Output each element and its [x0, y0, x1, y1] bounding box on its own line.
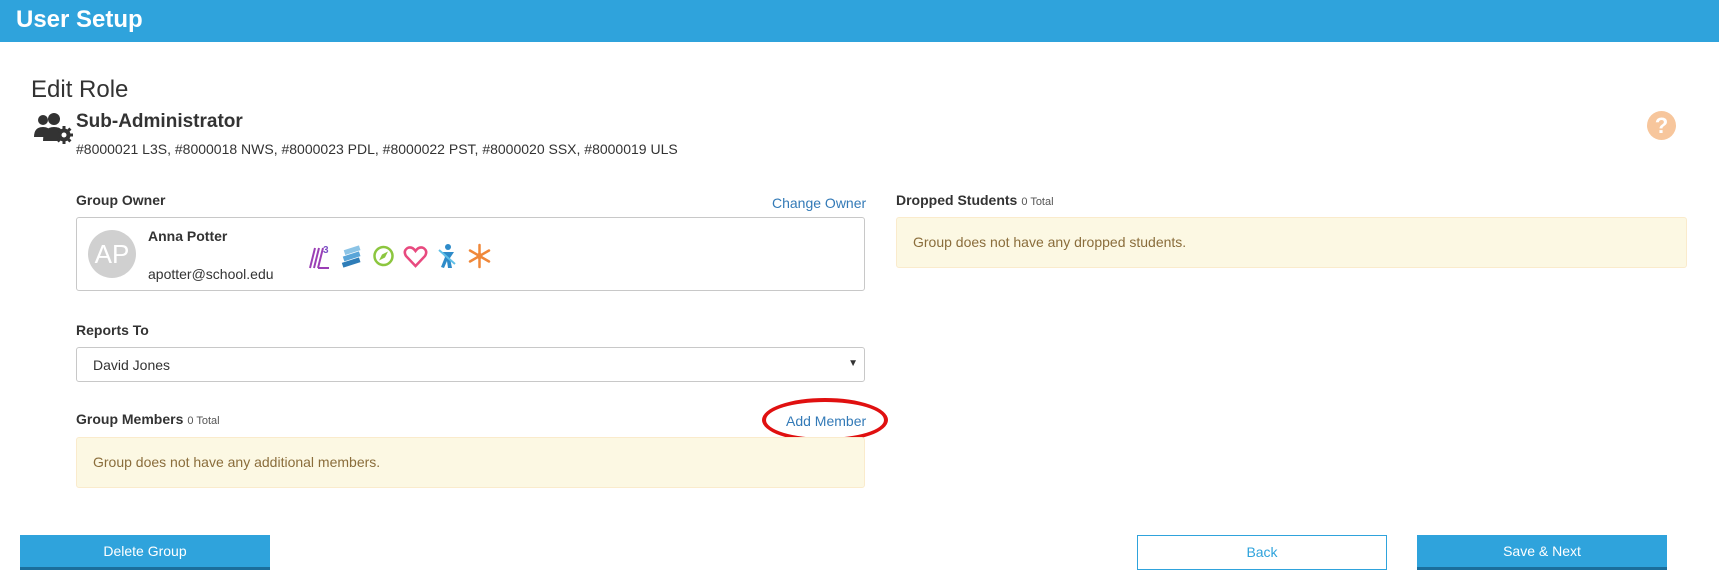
snowflake-icon [468, 243, 491, 269]
reports-to-select[interactable]: David Jones ▼ [76, 347, 865, 382]
add-member-link[interactable]: Add Member [786, 413, 866, 429]
reports-to-value: David Jones [93, 357, 171, 373]
l3-icon: 3 [309, 245, 329, 269]
chevron-down-icon: ▼ [848, 358, 858, 369]
avatar: AP [88, 230, 136, 278]
save-next-button[interactable]: Save & Next [1417, 535, 1667, 570]
group-members-count: 0 Total [187, 415, 220, 427]
change-owner-link[interactable]: Change Owner [772, 195, 866, 211]
owner-email: apotter@school.edu [148, 266, 274, 282]
owner-name: Anna Potter [148, 228, 228, 244]
users-gear-icon [34, 113, 73, 144]
delete-group-button[interactable]: Delete Group [20, 535, 270, 570]
dropped-students-title: Dropped Students [896, 192, 1018, 208]
app-icon-list: 3 [307, 242, 492, 270]
group-owner-label: Group Owner [76, 192, 166, 208]
svg-text:3: 3 [323, 245, 329, 256]
group-members-title: Group Members [76, 411, 184, 427]
app-title: User Setup [16, 6, 143, 33]
dropped-students-empty-notice: Group does not have any dropped students… [896, 217, 1687, 268]
group-members-label: Group Members 0 Total [76, 411, 220, 427]
dropped-students-empty-text: Group does not have any dropped students… [913, 234, 1187, 250]
help-icon[interactable]: ? [1647, 111, 1676, 140]
top-bar: User Setup [0, 0, 1719, 42]
figure-icon [438, 244, 456, 268]
dropped-students-count: 0 Total [1021, 196, 1054, 208]
role-name: Sub-Administrator [76, 111, 243, 132]
role-codes: #8000021 L3S, #8000018 NWS, #8000023 PDL… [76, 141, 678, 157]
group-owner-card: AP Anna Potter apotter@school.edu 3 [76, 217, 865, 291]
back-button[interactable]: Back [1137, 535, 1387, 570]
dropped-students-label: Dropped Students 0 Total [896, 192, 1054, 208]
books-icon [341, 245, 361, 268]
page-title: Edit Role [31, 76, 129, 103]
reports-to-label: Reports To [76, 322, 149, 338]
heart-icon [403, 246, 428, 268]
compass-icon [373, 245, 394, 267]
group-members-empty-text: Group does not have any additional membe… [93, 454, 381, 470]
group-members-empty-notice: Group does not have any additional membe… [76, 437, 865, 488]
